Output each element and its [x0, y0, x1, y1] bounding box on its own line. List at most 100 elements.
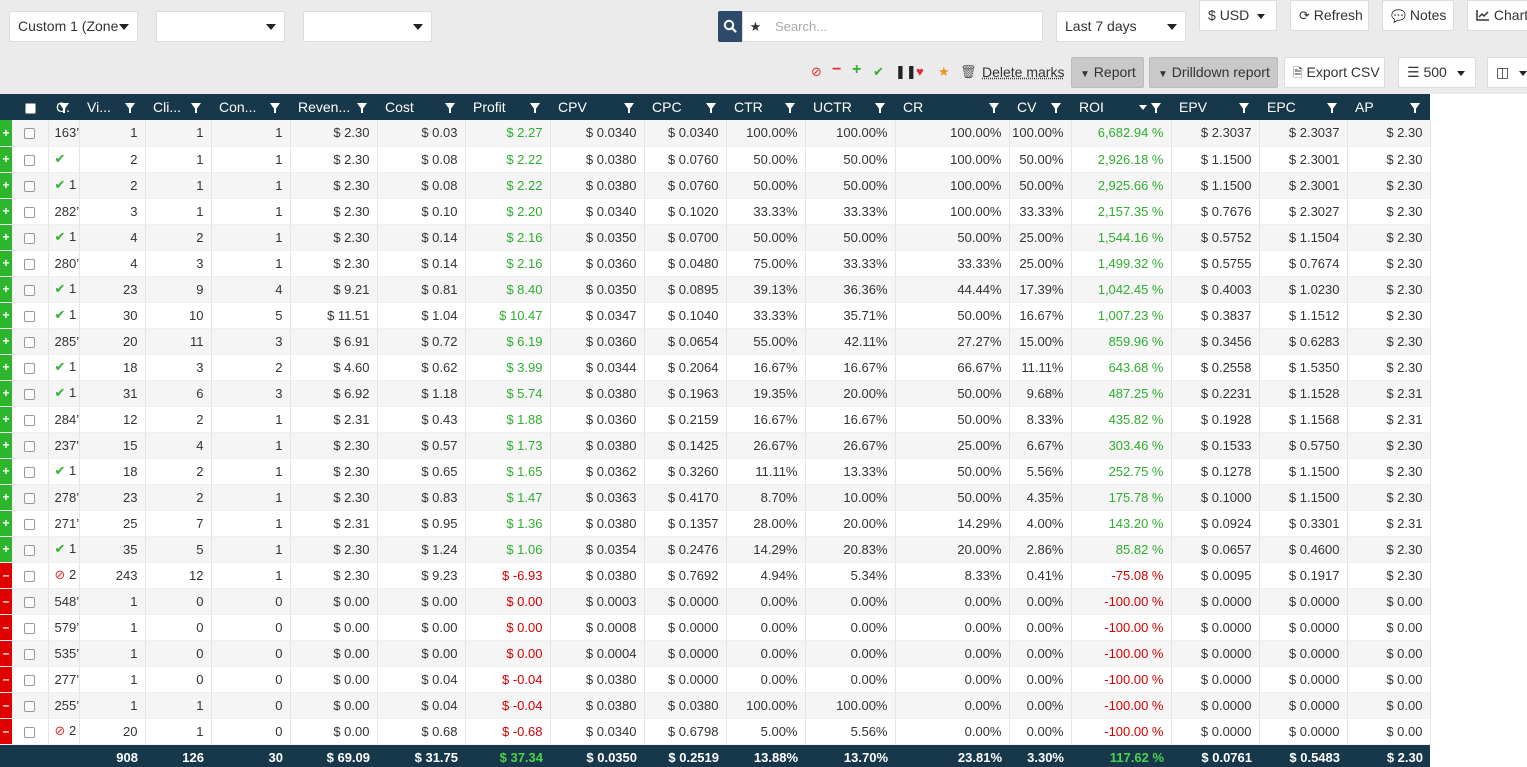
mark-plus-icon[interactable]: + [852, 62, 861, 78]
table-row[interactable]: + ✔ 1 2 1 1 $ 2.30 $ 0.08 $ 2.22 $ 0.0380 $ 0.076… [0, 172, 1430, 198]
search-input[interactable] [768, 11, 1043, 42]
currency-select[interactable]: $ USD [1199, 0, 1277, 31]
grouping-select-3[interactable] [303, 11, 432, 42]
row-id[interactable]: ✔ 1 [48, 458, 79, 484]
row-checkbox[interactable] [24, 545, 35, 556]
col-header-cpv[interactable]: CPV [550, 94, 644, 120]
col-header-con[interactable]: Con... [211, 94, 290, 120]
row-id[interactable]: 163’ [48, 120, 79, 146]
row-checkbox[interactable] [24, 259, 35, 270]
col-header-cost[interactable]: Cost [377, 94, 465, 120]
table-row[interactable]: +278’ 23 2 1 $ 2.30 $ 0.83 $ 1.47 $ 0.0363 $ 0.4… [0, 484, 1430, 510]
table-row[interactable]: + ✔ 1 18 3 2 $ 4.60 $ 0.62 $ 3.99 $ 0.0344 $ 0.20… [0, 354, 1430, 380]
col-header-reven[interactable]: Reven... [290, 94, 377, 120]
filter-icon[interactable] [357, 103, 367, 110]
col-header-ctr[interactable]: CTR [726, 94, 805, 120]
mark-minus-icon[interactable]: − [832, 62, 841, 78]
row-id[interactable]: 535’ [48, 640, 79, 666]
row-mark-indicator[interactable]: + [0, 250, 12, 276]
filter-icon[interactable] [1410, 103, 1420, 110]
table-row[interactable]: –277’ 1 0 0 $ 0.00 $ 0.04 $ -0.04 $ 0.0380 $ 0.0… [0, 666, 1430, 692]
table-row[interactable]: + ✔ 1 18 2 1 $ 2.30 $ 0.65 $ 1.65 $ 0.0362 $ 0.32… [0, 458, 1430, 484]
row-id[interactable]: 284’ [48, 406, 79, 432]
row-mark-indicator[interactable]: – [0, 562, 12, 588]
refresh-button[interactable]: ⟳ Refresh [1290, 0, 1369, 31]
mark-ban-icon[interactable]: ⊘ [811, 64, 822, 80]
filter-icon[interactable] [1327, 103, 1337, 110]
row-checkbox[interactable] [24, 623, 35, 634]
row-mark-indicator[interactable]: + [0, 354, 12, 380]
col-header-profit[interactable]: Profit [465, 94, 550, 120]
table-row[interactable]: +282’ 3 1 1 $ 2.30 $ 0.10 $ 2.20 $ 0.0340 $ 0.10… [0, 198, 1430, 224]
col-header-uctr[interactable]: UCTR [805, 94, 895, 120]
table-row[interactable]: –548’ 1 0 0 $ 0.00 $ 0.00 $ 0.00 $ 0.0003 $ 0.00… [0, 588, 1430, 614]
col-header-ap[interactable]: AP [1347, 94, 1430, 120]
row-mark-indicator[interactable]: + [0, 458, 12, 484]
col-header-cpc[interactable]: CPC [644, 94, 726, 120]
row-mark-indicator[interactable]: + [0, 276, 12, 302]
table-row[interactable]: +285’ 20 11 3 $ 6.91 $ 0.72 $ 6.19 $ 0.0360 $ 0.… [0, 328, 1430, 354]
chart-button[interactable]: Chart [1467, 0, 1527, 31]
row-id[interactable]: 277’ [48, 666, 79, 692]
row-mark-indicator[interactable]: + [0, 510, 12, 536]
row-checkbox[interactable] [24, 467, 35, 478]
table-row[interactable]: + ✔ 1 35 5 1 $ 2.30 $ 1.24 $ 1.06 $ 0.0354 $ 0.24… [0, 536, 1430, 562]
row-id[interactable]: ✔ 1 [48, 172, 79, 198]
row-mark-indicator[interactable]: + [0, 146, 12, 172]
row-mark-indicator[interactable]: + [0, 302, 12, 328]
row-checkbox[interactable] [24, 597, 35, 608]
table-row[interactable]: +271’ 25 7 1 $ 2.31 $ 0.95 $ 1.36 $ 0.0380 $ 0.1… [0, 510, 1430, 536]
col-header-roi[interactable]: ROI [1071, 94, 1171, 120]
col-header-vi[interactable]: Vi... [79, 94, 145, 120]
col-header-cli[interactable]: Cli... [145, 94, 211, 120]
row-id[interactable]: 285’ [48, 328, 79, 354]
row-checkbox[interactable] [24, 571, 35, 582]
row-mark-indicator[interactable]: + [0, 432, 12, 458]
filter-icon[interactable] [530, 103, 540, 110]
row-checkbox[interactable] [24, 155, 35, 166]
row-checkbox[interactable] [24, 727, 35, 738]
table-row[interactable]: + ✔ 2 1 1 $ 2.30 $ 0.08 $ 2.22 $ 0.0380 $ 0.0760… [0, 146, 1430, 172]
row-id[interactable]: 280’ [48, 250, 79, 276]
col-header-c[interactable]: C. [48, 94, 79, 120]
row-id[interactable]: 278’ [48, 484, 79, 510]
mark-check-icon[interactable]: ✔ [873, 64, 884, 80]
row-mark-indicator[interactable]: + [0, 380, 12, 406]
row-checkbox[interactable] [24, 207, 35, 218]
table-row[interactable]: +237’ 15 4 1 $ 2.30 $ 0.57 $ 1.73 $ 0.0380 $ 0.1… [0, 432, 1430, 458]
col-header-epv[interactable]: EPV [1171, 94, 1259, 120]
row-mark-indicator[interactable]: – [0, 640, 12, 666]
row-mark-indicator[interactable]: – [0, 666, 12, 692]
grouping-select-2[interactable] [156, 11, 285, 42]
row-checkbox[interactable] [24, 519, 35, 530]
row-checkbox[interactable] [24, 415, 35, 426]
row-mark-indicator[interactable]: – [0, 718, 12, 744]
grouping-select-1[interactable]: Custom 1 (Zone [9, 11, 138, 42]
filter-icon[interactable] [706, 103, 716, 110]
row-checkbox[interactable] [24, 363, 35, 374]
row-mark-indicator[interactable]: + [0, 484, 12, 510]
table-row[interactable]: + ✔ 1 30 10 5 $ 11.51 $ 1.04 $ 10.47 $ 0.0347 $ 0… [0, 302, 1430, 328]
row-id[interactable]: ✔ [48, 146, 79, 172]
row-id[interactable]: 579’ [48, 614, 79, 640]
page-size-select[interactable]: ☰ 500 [1398, 57, 1476, 88]
row-id[interactable]: 282’ [48, 198, 79, 224]
delete-marks-link[interactable]: Delete marks [982, 64, 1064, 80]
row-id[interactable]: 255’ [48, 692, 79, 718]
row-id[interactable]: ✔ 1 [48, 302, 79, 328]
table-row[interactable]: + ✔ 1 31 6 3 $ 6.92 $ 1.18 $ 5.74 $ 0.0380 $ 0.19… [0, 380, 1430, 406]
row-id[interactable]: 548’ [48, 588, 79, 614]
row-checkbox[interactable] [24, 701, 35, 712]
table-row[interactable]: – ⊘ 2 20 1 0 $ 0.00 $ 0.68 $ -0.68 $ 0.0340 $ 0.6… [0, 718, 1430, 744]
report-button[interactable]: ▼ Report [1071, 57, 1144, 88]
filter-icon[interactable] [191, 103, 201, 110]
row-mark-indicator[interactable]: + [0, 198, 12, 224]
row-id[interactable]: ✔ 1 [48, 276, 79, 302]
row-mark-indicator[interactable]: + [0, 536, 12, 562]
row-checkbox[interactable] [24, 128, 35, 139]
row-checkbox[interactable] [24, 285, 35, 296]
filter-icon[interactable] [1239, 103, 1249, 110]
row-checkbox[interactable] [24, 337, 35, 348]
filter-icon[interactable] [59, 103, 69, 110]
search-button[interactable] [718, 11, 742, 42]
